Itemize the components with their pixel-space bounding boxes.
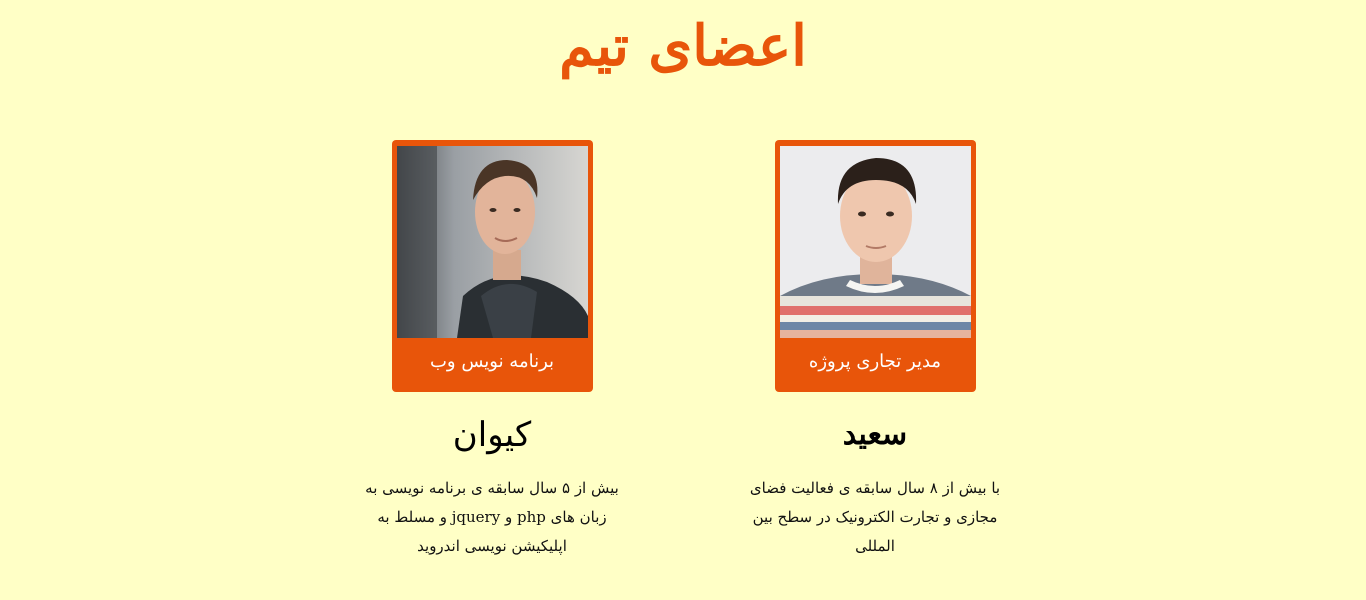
member-bio: با بیش از ۸ سال سابقه ی فعالیت فضای مجاز… bbox=[749, 479, 1001, 555]
member-name: کیوان bbox=[452, 415, 532, 455]
member-bio: بیش از ۵ سال سابقه ی برنامه نویسی به زبا… bbox=[365, 479, 619, 555]
member-photo bbox=[779, 146, 971, 338]
member-name: سعید bbox=[842, 417, 908, 452]
page-title: اعضای تیم bbox=[559, 13, 807, 79]
member-role: برنامه نویس وب bbox=[429, 351, 555, 372]
member-photo-frame: مدیر تجاری پروژه bbox=[774, 140, 976, 392]
member-photo bbox=[396, 146, 588, 338]
member-photo-frame: برنامه نویس وب bbox=[391, 140, 593, 392]
team-member-card: مدیر تجاری پروژه سعید با بیش از ۸ سال سا… bbox=[725, 140, 1025, 561]
team-member-card: برنامه نویس وب کیوان بیش از ۵ سال سابقه … bbox=[342, 140, 642, 561]
member-role: مدیر تجاری پروژه bbox=[808, 351, 942, 372]
